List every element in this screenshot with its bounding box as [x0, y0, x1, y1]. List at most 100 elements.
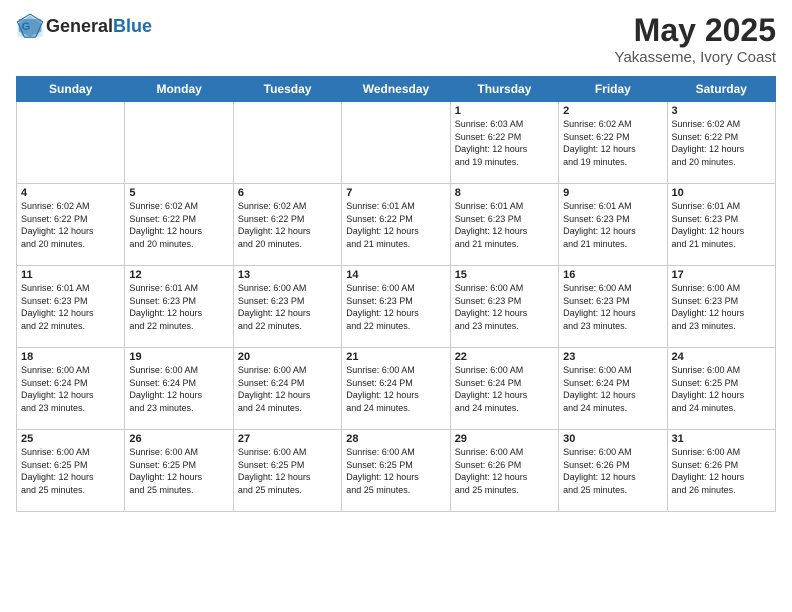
day-number: 28: [346, 433, 445, 445]
calendar-cell-5-2: 26Sunrise: 6:00 AM Sunset: 6:25 PM Dayli…: [125, 430, 233, 512]
day-number: 3: [672, 105, 771, 117]
day-number: 9: [563, 187, 662, 199]
col-thursday: Thursday: [450, 77, 558, 102]
day-info: Sunrise: 6:00 AM Sunset: 6:24 PM Dayligh…: [21, 364, 120, 414]
main-title: May 2025: [615, 12, 776, 49]
calendar-cell-2-5: 8Sunrise: 6:01 AM Sunset: 6:23 PM Daylig…: [450, 184, 558, 266]
calendar-cell-3-4: 14Sunrise: 6:00 AM Sunset: 6:23 PM Dayli…: [342, 266, 450, 348]
day-info: Sunrise: 6:00 AM Sunset: 6:25 PM Dayligh…: [346, 446, 445, 496]
col-sunday: Sunday: [17, 77, 125, 102]
logo-blue: Blue: [113, 16, 152, 36]
day-number: 7: [346, 187, 445, 199]
day-number: 10: [672, 187, 771, 199]
calendar-cell-5-6: 30Sunrise: 6:00 AM Sunset: 6:26 PM Dayli…: [559, 430, 667, 512]
day-info: Sunrise: 6:00 AM Sunset: 6:25 PM Dayligh…: [672, 364, 771, 414]
calendar-cell-5-5: 29Sunrise: 6:00 AM Sunset: 6:26 PM Dayli…: [450, 430, 558, 512]
day-info: Sunrise: 6:00 AM Sunset: 6:23 PM Dayligh…: [563, 282, 662, 332]
calendar-cell-5-4: 28Sunrise: 6:00 AM Sunset: 6:25 PM Dayli…: [342, 430, 450, 512]
calendar-header-row: Sunday Monday Tuesday Wednesday Thursday…: [17, 77, 776, 102]
day-number: 8: [455, 187, 554, 199]
day-info: Sunrise: 6:00 AM Sunset: 6:25 PM Dayligh…: [129, 446, 228, 496]
day-info: Sunrise: 6:00 AM Sunset: 6:24 PM Dayligh…: [346, 364, 445, 414]
calendar-table: Sunday Monday Tuesday Wednesday Thursday…: [16, 76, 776, 512]
col-monday: Monday: [125, 77, 233, 102]
calendar-cell-4-4: 21Sunrise: 6:00 AM Sunset: 6:24 PM Dayli…: [342, 348, 450, 430]
col-friday: Friday: [559, 77, 667, 102]
day-number: 26: [129, 433, 228, 445]
day-number: 14: [346, 269, 445, 281]
day-number: 15: [455, 269, 554, 281]
day-info: Sunrise: 6:00 AM Sunset: 6:25 PM Dayligh…: [238, 446, 337, 496]
calendar-cell-5-3: 27Sunrise: 6:00 AM Sunset: 6:25 PM Dayli…: [233, 430, 341, 512]
day-info: Sunrise: 6:00 AM Sunset: 6:26 PM Dayligh…: [455, 446, 554, 496]
calendar-cell-3-6: 16Sunrise: 6:00 AM Sunset: 6:23 PM Dayli…: [559, 266, 667, 348]
day-info: Sunrise: 6:00 AM Sunset: 6:23 PM Dayligh…: [346, 282, 445, 332]
calendar-cell-4-5: 22Sunrise: 6:00 AM Sunset: 6:24 PM Dayli…: [450, 348, 558, 430]
calendar-cell-3-2: 12Sunrise: 6:01 AM Sunset: 6:23 PM Dayli…: [125, 266, 233, 348]
calendar-cell-2-4: 7Sunrise: 6:01 AM Sunset: 6:22 PM Daylig…: [342, 184, 450, 266]
week-row-3: 11Sunrise: 6:01 AM Sunset: 6:23 PM Dayli…: [17, 266, 776, 348]
day-number: 25: [21, 433, 120, 445]
day-info: Sunrise: 6:00 AM Sunset: 6:25 PM Dayligh…: [21, 446, 120, 496]
logo-general: General: [46, 16, 113, 36]
day-info: Sunrise: 6:00 AM Sunset: 6:23 PM Dayligh…: [238, 282, 337, 332]
week-row-2: 4Sunrise: 6:02 AM Sunset: 6:22 PM Daylig…: [17, 184, 776, 266]
day-info: Sunrise: 6:00 AM Sunset: 6:24 PM Dayligh…: [455, 364, 554, 414]
header: G GeneralBlue May 2025 Yakasseme, Ivory …: [16, 12, 776, 66]
calendar-cell-2-3: 6Sunrise: 6:02 AM Sunset: 6:22 PM Daylig…: [233, 184, 341, 266]
calendar-cell-1-3: [233, 102, 341, 184]
calendar-cell-3-3: 13Sunrise: 6:00 AM Sunset: 6:23 PM Dayli…: [233, 266, 341, 348]
calendar-cell-5-1: 25Sunrise: 6:00 AM Sunset: 6:25 PM Dayli…: [17, 430, 125, 512]
calendar-cell-4-7: 24Sunrise: 6:00 AM Sunset: 6:25 PM Dayli…: [667, 348, 775, 430]
day-info: Sunrise: 6:02 AM Sunset: 6:22 PM Dayligh…: [129, 200, 228, 250]
logo: G GeneralBlue: [16, 12, 152, 40]
day-number: 1: [455, 105, 554, 117]
week-row-1: 1Sunrise: 6:03 AM Sunset: 6:22 PM Daylig…: [17, 102, 776, 184]
day-number: 30: [563, 433, 662, 445]
day-info: Sunrise: 6:00 AM Sunset: 6:24 PM Dayligh…: [563, 364, 662, 414]
day-info: Sunrise: 6:00 AM Sunset: 6:26 PM Dayligh…: [672, 446, 771, 496]
day-info: Sunrise: 6:02 AM Sunset: 6:22 PM Dayligh…: [21, 200, 120, 250]
calendar-cell-1-5: 1Sunrise: 6:03 AM Sunset: 6:22 PM Daylig…: [450, 102, 558, 184]
day-info: Sunrise: 6:00 AM Sunset: 6:24 PM Dayligh…: [129, 364, 228, 414]
day-number: 13: [238, 269, 337, 281]
week-row-5: 25Sunrise: 6:00 AM Sunset: 6:25 PM Dayli…: [17, 430, 776, 512]
day-info: Sunrise: 6:00 AM Sunset: 6:26 PM Dayligh…: [563, 446, 662, 496]
day-number: 2: [563, 105, 662, 117]
day-info: Sunrise: 6:03 AM Sunset: 6:22 PM Dayligh…: [455, 118, 554, 168]
week-row-4: 18Sunrise: 6:00 AM Sunset: 6:24 PM Dayli…: [17, 348, 776, 430]
calendar-cell-3-1: 11Sunrise: 6:01 AM Sunset: 6:23 PM Dayli…: [17, 266, 125, 348]
day-info: Sunrise: 6:01 AM Sunset: 6:23 PM Dayligh…: [129, 282, 228, 332]
calendar-cell-1-6: 2Sunrise: 6:02 AM Sunset: 6:22 PM Daylig…: [559, 102, 667, 184]
calendar-cell-5-7: 31Sunrise: 6:00 AM Sunset: 6:26 PM Dayli…: [667, 430, 775, 512]
day-number: 31: [672, 433, 771, 445]
day-number: 16: [563, 269, 662, 281]
day-number: 21: [346, 351, 445, 363]
day-number: 5: [129, 187, 228, 199]
calendar-cell-4-6: 23Sunrise: 6:00 AM Sunset: 6:24 PM Dayli…: [559, 348, 667, 430]
calendar-cell-1-1: [17, 102, 125, 184]
col-tuesday: Tuesday: [233, 77, 341, 102]
day-number: 19: [129, 351, 228, 363]
day-info: Sunrise: 6:01 AM Sunset: 6:23 PM Dayligh…: [21, 282, 120, 332]
calendar-cell-1-4: [342, 102, 450, 184]
col-wednesday: Wednesday: [342, 77, 450, 102]
calendar-cell-2-6: 9Sunrise: 6:01 AM Sunset: 6:23 PM Daylig…: [559, 184, 667, 266]
calendar-cell-1-2: [125, 102, 233, 184]
page: G GeneralBlue May 2025 Yakasseme, Ivory …: [0, 0, 792, 612]
logo-icon: G: [16, 12, 44, 40]
day-info: Sunrise: 6:02 AM Sunset: 6:22 PM Dayligh…: [238, 200, 337, 250]
logo-text: GeneralBlue: [46, 16, 152, 37]
day-number: 17: [672, 269, 771, 281]
day-info: Sunrise: 6:00 AM Sunset: 6:24 PM Dayligh…: [238, 364, 337, 414]
day-number: 20: [238, 351, 337, 363]
day-info: Sunrise: 6:01 AM Sunset: 6:23 PM Dayligh…: [563, 200, 662, 250]
calendar-cell-2-7: 10Sunrise: 6:01 AM Sunset: 6:23 PM Dayli…: [667, 184, 775, 266]
calendar-cell-3-7: 17Sunrise: 6:00 AM Sunset: 6:23 PM Dayli…: [667, 266, 775, 348]
calendar-cell-4-2: 19Sunrise: 6:00 AM Sunset: 6:24 PM Dayli…: [125, 348, 233, 430]
day-number: 11: [21, 269, 120, 281]
calendar-cell-1-7: 3Sunrise: 6:02 AM Sunset: 6:22 PM Daylig…: [667, 102, 775, 184]
day-info: Sunrise: 6:01 AM Sunset: 6:22 PM Dayligh…: [346, 200, 445, 250]
svg-text:G: G: [22, 21, 31, 33]
day-number: 6: [238, 187, 337, 199]
